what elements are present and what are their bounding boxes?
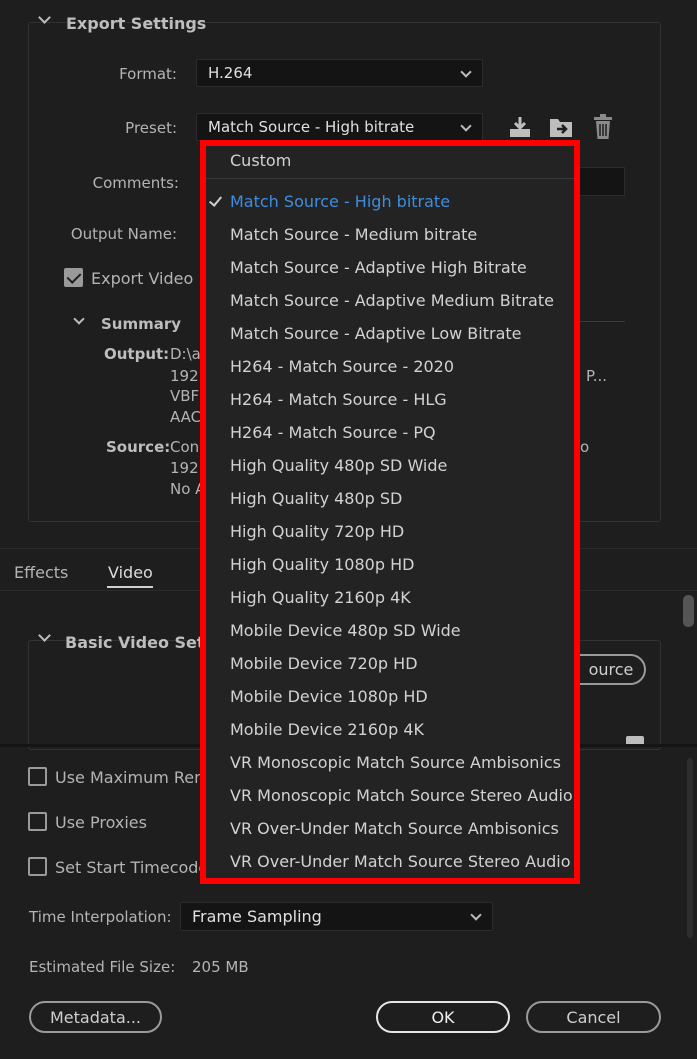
ok-button[interactable]: OK (376, 1001, 510, 1033)
set-start-timecode-label: Set Start Timecode (55, 858, 209, 877)
video-scrollbar-thumb[interactable] (683, 595, 694, 627)
preset-dropdown-list: Custom Match Source - High bitrate Match S… (206, 146, 574, 878)
cancel-button-label: Cancel (566, 1007, 621, 1027)
format-select-value: H.264 (208, 64, 253, 82)
import-preset-icon[interactable] (548, 115, 574, 139)
preset-label: Preset: (125, 119, 177, 137)
source-line: 192 (170, 459, 199, 477)
comments-label: Comments: (92, 174, 179, 192)
output-line: 192 (170, 367, 199, 385)
export-video-label: Export Video (91, 269, 194, 288)
estimated-file-size-label: Estimated File Size: (29, 958, 176, 976)
source-label: Source: (106, 438, 171, 456)
export-video-checkbox[interactable] (64, 268, 83, 287)
preset-option[interactable]: Match Source - Medium bitrate (230, 225, 477, 244)
checkmark-icon (208, 193, 223, 207)
metadata-button-label: Metadata... (49, 1007, 142, 1027)
chevron-down-icon (470, 909, 482, 921)
output-name-label: Output Name: (70, 225, 177, 243)
preset-option[interactable]: VR Over-Under Match Source Ambisonics (230, 819, 559, 838)
output-line: AAC (170, 408, 202, 426)
tab-video-underline (107, 586, 153, 588)
preset-option[interactable]: H264 - Match Source - PQ (230, 423, 436, 442)
source-line: Con (170, 438, 200, 456)
time-interpolation-label: Time Interpolation: (29, 908, 172, 926)
use-proxies-checkbox[interactable] (28, 812, 47, 831)
preset-dropdown-separator (206, 178, 574, 179)
time-interpolation-value: Frame Sampling (192, 907, 322, 926)
metadata-button[interactable]: Metadata... (29, 1001, 162, 1033)
estimated-file-size-value: 205 MB (192, 958, 249, 976)
preset-option[interactable]: High Quality 720p HD (230, 522, 404, 541)
basic-video-settings-title: Basic Video Setti (65, 633, 218, 652)
delete-preset-icon[interactable] (592, 114, 614, 140)
preset-option[interactable]: High Quality 480p SD (230, 489, 402, 508)
preset-option-custom[interactable]: Custom (230, 151, 291, 170)
preset-option[interactable]: H264 - Match Source - HLG (230, 390, 447, 409)
preset-option[interactable]: Match Source - Adaptive High Bitrate (230, 258, 527, 277)
chevron-down-icon (460, 120, 472, 132)
preset-option[interactable]: VR Monoscopic Match Source Ambisonics (230, 753, 561, 772)
save-preset-icon[interactable] (508, 115, 532, 139)
tab-effects[interactable]: Effects (14, 563, 68, 582)
format-select[interactable]: H.264 (196, 59, 483, 87)
preset-option[interactable]: H264 - Match Source - 2020 (230, 357, 454, 376)
preset-select-value: Match Source - High bitrate (208, 118, 415, 136)
preset-dropdown-menu: Custom Match Source - High bitrate Match S… (200, 140, 580, 884)
source-trailing: o (580, 438, 590, 456)
preset-option[interactable]: Mobile Device 1080p HD (230, 687, 428, 706)
set-start-timecode-checkbox[interactable] (28, 857, 47, 876)
preset-option[interactable]: High Quality 480p SD Wide (230, 456, 447, 475)
ok-button-label: OK (431, 1007, 455, 1027)
cancel-button[interactable]: Cancel (526, 1001, 661, 1033)
summary-divider (575, 321, 625, 322)
use-max-render-checkbox[interactable] (28, 767, 47, 786)
tab-video[interactable]: Video (108, 563, 153, 582)
time-interpolation-select[interactable]: Frame Sampling (180, 902, 493, 931)
chevron-down-icon (460, 66, 472, 78)
output-label: Output: (104, 345, 170, 363)
output-line: VBF (170, 387, 200, 405)
preset-option[interactable]: Match Source - Adaptive Low Bitrate (230, 324, 522, 343)
preset-option[interactable]: High Quality 1080p HD (230, 555, 414, 574)
options-scrollbar-thumb[interactable] (687, 758, 693, 938)
use-max-render-label: Use Maximum Ren (55, 768, 205, 787)
preset-option[interactable]: Mobile Device 2160p 4K (230, 720, 424, 739)
preset-option[interactable]: Match Source - Adaptive Medium Bitrate (230, 291, 554, 310)
preset-option[interactable]: Mobile Device 480p SD Wide (230, 621, 461, 640)
preset-option[interactable]: Match Source - High bitrate (230, 192, 450, 211)
use-proxies-label: Use Proxies (55, 813, 147, 832)
preset-option[interactable]: High Quality 2160p 4K (230, 588, 411, 607)
summary-title: Summary (101, 315, 182, 333)
export-settings-title: Export Settings (66, 14, 207, 33)
preset-option[interactable]: VR Over-Under Match Source Stereo Audio (230, 852, 571, 871)
preset-option[interactable]: VR Monoscopic Match Source Stereo Audio (230, 786, 573, 805)
match-source-button-label: ource (588, 660, 634, 679)
preset-select[interactable]: Match Source - High bitrate (196, 113, 483, 141)
output-line: D:\a (170, 345, 201, 363)
format-label: Format: (119, 65, 177, 83)
output-trailing: P... (586, 367, 608, 385)
preset-option[interactable]: Mobile Device 720p HD (230, 654, 418, 673)
